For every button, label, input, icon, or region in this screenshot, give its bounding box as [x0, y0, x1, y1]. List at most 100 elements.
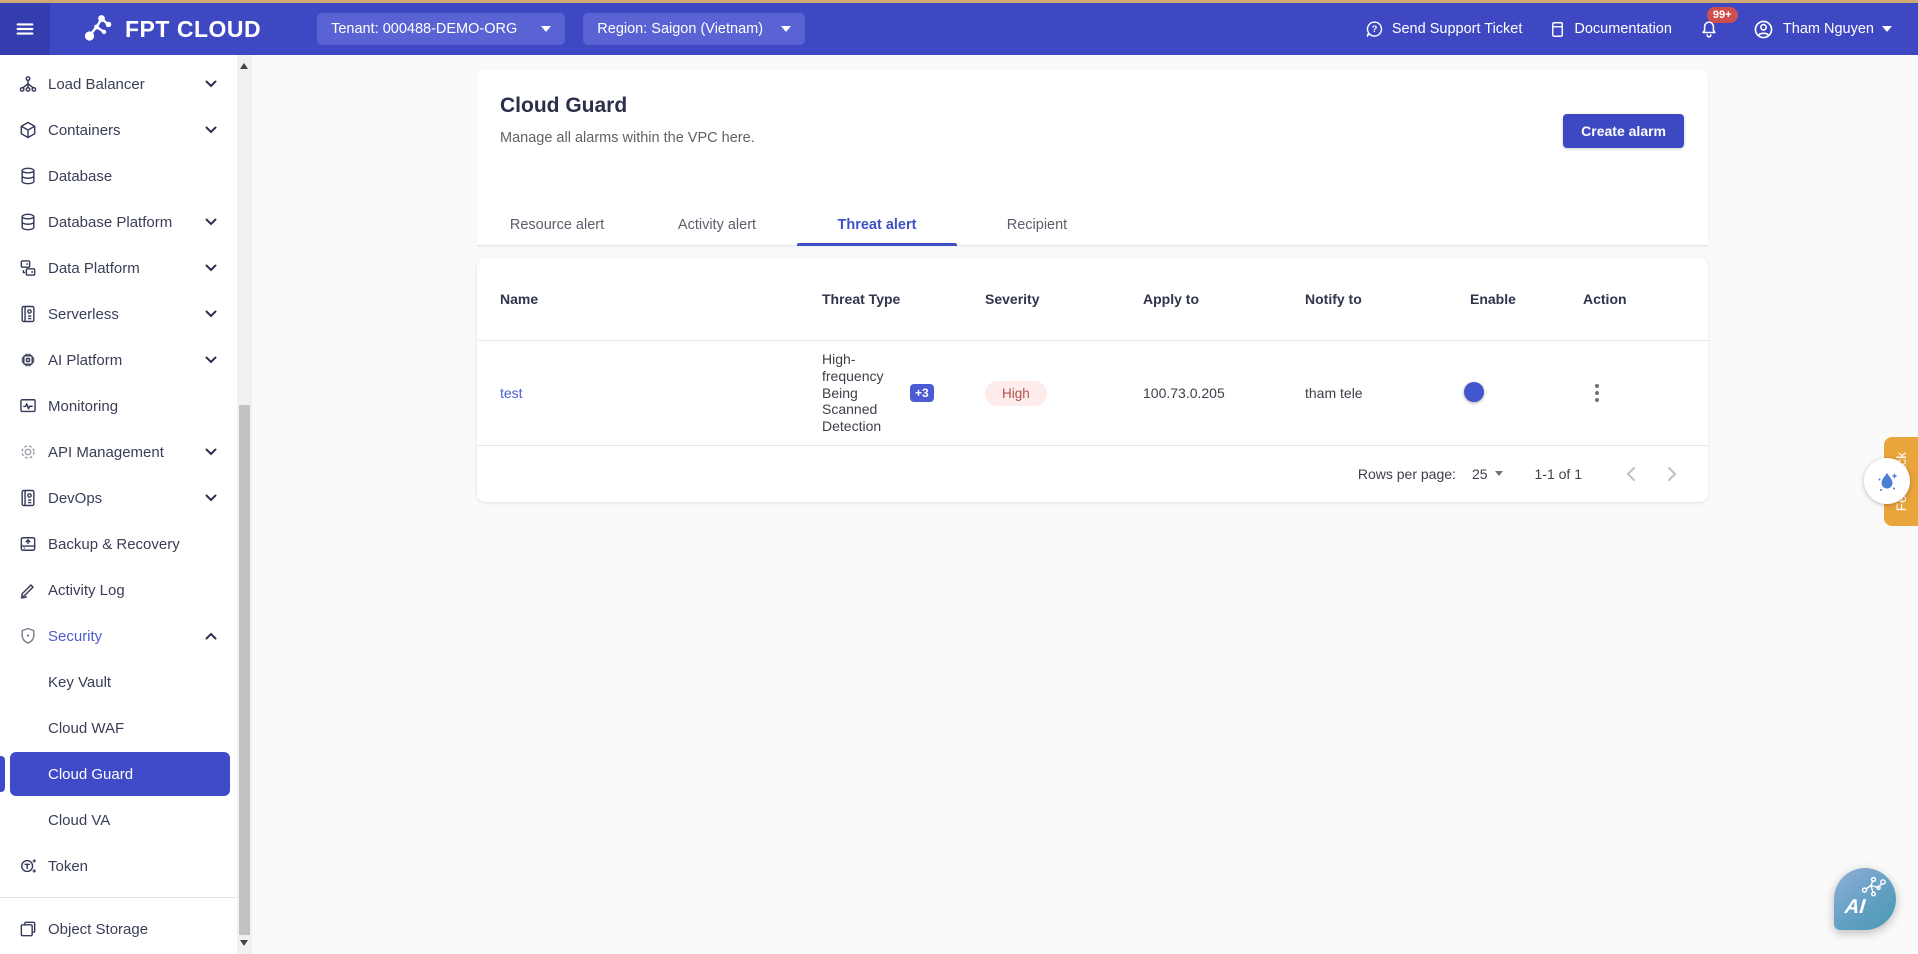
water-drop-icon	[1873, 467, 1901, 495]
action-cell	[1583, 384, 1708, 402]
chevron-down-icon	[205, 448, 217, 456]
sidebar-item-label: Containers	[48, 122, 121, 139]
rows-per-page-select[interactable]: 25	[1472, 466, 1503, 482]
column-header-severity: Severity	[985, 291, 1143, 307]
caret-down-icon	[781, 26, 791, 32]
load-balancer-icon	[17, 73, 39, 95]
sidebar-item-object-storage[interactable]: Object Storage	[0, 906, 237, 952]
alert-tabs: Resource alert Activity alert Threat ale…	[477, 204, 1708, 246]
sidebar-item-cloud-va[interactable]: Cloud VA	[0, 797, 237, 843]
sidebar-item-load-balancer[interactable]: Load Balancer	[0, 61, 237, 107]
rows-per-page-label: Rows per page:	[1358, 466, 1456, 482]
containers-icon	[17, 119, 39, 141]
sidebar-item-label: Cloud VA	[48, 812, 110, 829]
feedback-widget-button[interactable]	[1864, 458, 1910, 504]
ai-platform-icon	[17, 349, 39, 371]
ai-label: AI	[1844, 896, 1866, 919]
tab-threat-alert[interactable]: Threat alert	[797, 204, 957, 245]
notify-to-cell: tham tele	[1305, 385, 1470, 401]
security-shield-icon	[17, 625, 39, 647]
create-alarm-button[interactable]: Create alarm	[1563, 114, 1684, 148]
sidebar-item-ai-platform[interactable]: AI Platform	[0, 337, 237, 383]
sidebar-nav: Load Balancer Containers Database	[0, 55, 237, 954]
hamburger-icon	[14, 18, 36, 40]
sidebar-item-devops[interactable]: DevOps	[0, 475, 237, 521]
sidebar-item-label: AI Platform	[48, 352, 122, 369]
monitoring-icon	[17, 395, 39, 417]
sidebar-item-label: Token	[48, 858, 88, 875]
database-icon	[17, 165, 39, 187]
sidebar-item-cloud-guard[interactable]: Cloud Guard	[0, 751, 237, 797]
region-selector[interactable]: Region: Saigon (Vietnam)	[583, 13, 805, 45]
scrollbar-thumb[interactable]	[239, 405, 250, 935]
serverless-icon	[17, 303, 39, 325]
data-platform-icon	[17, 257, 39, 279]
next-page-button[interactable]	[1658, 460, 1686, 488]
threat-type-text: High-frequency Being Scanned Detection	[822, 351, 898, 435]
tab-recipient[interactable]: Recipient	[957, 204, 1117, 245]
sidebar-item-label: Activity Log	[48, 582, 125, 599]
documentation-link[interactable]: Documentation	[1548, 20, 1672, 39]
ai-assistant-button[interactable]: AI	[1834, 868, 1896, 930]
sidebar-item-label: Object Storage	[48, 921, 148, 938]
previous-page-button[interactable]	[1616, 460, 1644, 488]
hamburger-menu-button[interactable]	[0, 3, 50, 55]
sidebar-item-label: API Management	[48, 444, 164, 461]
column-header-notify-to: Notify to	[1305, 291, 1470, 307]
scrollbar-down-arrow-icon[interactable]	[240, 940, 248, 946]
documentation-label: Documentation	[1574, 21, 1672, 37]
tenant-selector-value: Tenant: 000488-DEMO-ORG	[331, 21, 517, 37]
send-support-ticket-link[interactable]: ? Send Support Ticket	[1364, 19, 1523, 40]
sidebar-item-label: Backup & Recovery	[48, 536, 180, 553]
tab-activity-alert[interactable]: Activity alert	[637, 204, 797, 245]
column-header-apply-to: Apply to	[1143, 291, 1305, 307]
notification-count-badge: 99+	[1707, 7, 1738, 23]
sidebar-item-api-management[interactable]: API Management	[0, 429, 237, 475]
sidebar-item-cloud-waf[interactable]: Cloud WAF	[0, 705, 237, 751]
scrollbar-up-arrow-icon[interactable]	[240, 63, 248, 69]
sidebar-item-database-platform[interactable]: Database Platform	[0, 199, 237, 245]
chevron-down-icon	[205, 264, 217, 272]
sidebar-item-label: Data Platform	[48, 260, 140, 277]
chevron-down-icon	[205, 310, 217, 318]
user-menu[interactable]: Tham Nguyen	[1752, 18, 1892, 41]
sidebar-item-activity-log[interactable]: Activity Log	[0, 567, 237, 613]
sidebar-item-label: Serverless	[48, 306, 119, 323]
sidebar-item-security[interactable]: Security	[0, 613, 237, 659]
enable-cell	[1470, 385, 1583, 401]
sidebar-item-key-vault[interactable]: Key Vault	[0, 659, 237, 705]
chevron-down-icon	[205, 494, 217, 502]
sidebar-item-serverless[interactable]: Serverless	[0, 291, 237, 337]
activity-log-pen-icon	[17, 579, 39, 601]
sidebar-item-database[interactable]: Database	[0, 153, 237, 199]
sidebar-scrollbar[interactable]	[237, 55, 252, 954]
sidebar-item-containers[interactable]: Containers	[0, 107, 237, 153]
sidebar-item-backup-recovery[interactable]: Backup & Recovery	[0, 521, 237, 567]
caret-down-icon	[541, 26, 551, 32]
alarms-table-card: Name Threat Type Severity Apply to Notif…	[477, 258, 1708, 502]
sidebar-item-token[interactable]: Token	[0, 843, 237, 889]
molecule-logo-icon	[80, 11, 116, 47]
api-management-gear-icon	[17, 441, 39, 463]
threat-type-more-badge[interactable]: +3	[910, 384, 934, 402]
toggle-knob	[1464, 382, 1484, 402]
rows-per-page-value: 25	[1472, 466, 1488, 482]
sidebar-item-data-platform[interactable]: Data Platform	[0, 245, 237, 291]
topbar-right-group: ? Send Support Ticket Documentation	[1364, 18, 1892, 41]
fpt-cloud-logo[interactable]: FPT CLOUD	[80, 11, 261, 47]
top-bar: FPT CLOUD Tenant: 000488-DEMO-ORG Region…	[0, 3, 1918, 55]
logo-text: FPT CLOUD	[125, 16, 261, 43]
token-icon	[17, 855, 39, 877]
tab-resource-alert[interactable]: Resource alert	[477, 204, 637, 245]
notifications-button[interactable]: 99+	[1698, 18, 1720, 40]
row-actions-menu-icon[interactable]	[1595, 384, 1599, 402]
alarm-name-link[interactable]: test	[500, 385, 822, 401]
column-header-name: Name	[500, 291, 822, 307]
table-pagination: Rows per page: 25 1-1 of 1	[477, 446, 1708, 501]
svg-text:?: ?	[1372, 23, 1378, 33]
page-title: Cloud Guard	[500, 94, 627, 118]
region-selector-value: Region: Saigon (Vietnam)	[597, 21, 763, 37]
caret-down-icon	[1882, 26, 1892, 32]
sidebar-item-monitoring[interactable]: Monitoring	[0, 383, 237, 429]
tenant-selector[interactable]: Tenant: 000488-DEMO-ORG	[317, 13, 565, 45]
